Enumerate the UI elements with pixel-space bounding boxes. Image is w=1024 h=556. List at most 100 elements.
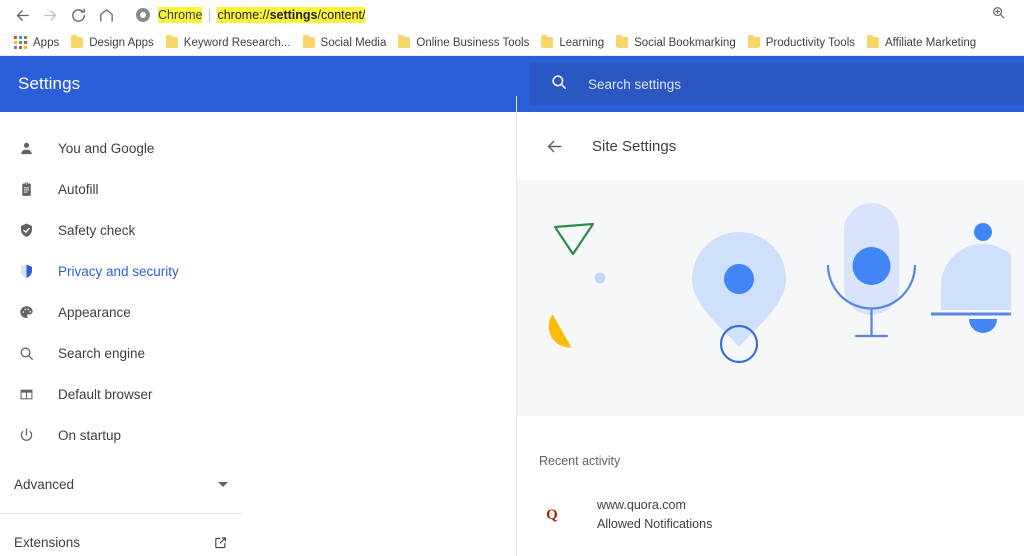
page-title: Site Settings xyxy=(592,137,677,155)
sidebar-divider xyxy=(0,513,242,514)
bookmark-item[interactable]: Design Apps xyxy=(65,32,160,54)
bookmark-label: Productivity Tools xyxy=(765,36,856,49)
sidebar-extensions-label: Extensions xyxy=(14,535,81,550)
bookmark-label: Design Apps xyxy=(89,36,154,49)
bookmarks-bar: Apps Design Apps Keyword Research... Soc… xyxy=(0,30,1024,56)
bookmark-label: Affiliate Marketing xyxy=(885,36,977,49)
reload-button[interactable] xyxy=(64,1,92,29)
sidebar-item-label: Appearance xyxy=(58,305,131,320)
browser-window-icon xyxy=(14,383,38,407)
home-icon xyxy=(98,7,115,24)
location-pin-icon xyxy=(692,232,786,364)
list-item[interactable]: Q www.quora.com Allowed Notifications xyxy=(539,496,1024,534)
folder-icon xyxy=(302,35,315,48)
address-bar[interactable]: Chrome chrome://settings/content/ xyxy=(128,4,974,26)
folder-icon xyxy=(747,35,760,48)
sidebar-item-safety-check[interactable]: Safety check xyxy=(0,210,517,251)
bookmark-label: Online Business Tools xyxy=(416,36,530,49)
folder-icon xyxy=(867,35,880,48)
bookmark-apps[interactable]: Apps xyxy=(8,32,65,54)
sidebar-advanced-label: Advanced xyxy=(14,477,75,492)
sidebar-item-appearance[interactable]: Appearance xyxy=(0,292,517,333)
browser-toolbar: Chrome chrome://settings/content/ xyxy=(0,0,1024,30)
sidebar-item-default-browser[interactable]: Default browser xyxy=(0,374,517,415)
page-back-button[interactable] xyxy=(545,137,564,156)
folder-icon xyxy=(165,35,178,48)
shield-icon xyxy=(14,260,38,284)
sidebar-item-label: On startup xyxy=(58,428,122,443)
quora-favicon-letter: Q xyxy=(546,506,558,523)
omnibox-separator xyxy=(209,8,211,22)
url-suffix: /content/ xyxy=(317,8,366,22)
apps-grid-icon xyxy=(14,36,27,49)
url-prefix: chrome:// xyxy=(217,8,270,22)
reload-icon xyxy=(70,7,87,24)
omnibox-chip-label: Chrome xyxy=(158,7,203,23)
address-bar-text: Chrome chrome://settings/content/ xyxy=(158,7,366,23)
sidebar-item-privacy-and-security[interactable]: Privacy and security xyxy=(0,251,517,292)
bookmark-item[interactable]: Social Bookmarking xyxy=(610,32,742,54)
bookmark-label: Keyword Research... xyxy=(183,36,291,49)
sidebar-item-label: You and Google xyxy=(58,141,155,156)
zoom-button[interactable] xyxy=(980,5,1016,25)
sidebar-item-extensions[interactable]: Extensions xyxy=(0,522,242,556)
shield-check-icon xyxy=(14,219,38,243)
folder-icon xyxy=(71,35,84,48)
search-icon xyxy=(550,73,568,96)
bookmark-item[interactable]: Social Media xyxy=(297,32,393,54)
forward-arrow-icon xyxy=(42,7,59,24)
power-icon xyxy=(14,424,38,448)
external-link-icon xyxy=(213,535,228,550)
folder-icon xyxy=(616,35,629,48)
folder-icon xyxy=(541,35,554,48)
triangle-outline-icon xyxy=(553,222,595,256)
sidebar-item-search-engine[interactable]: Search engine xyxy=(0,333,517,374)
sidebar-item-label: Default browser xyxy=(58,387,153,402)
settings-header: Settings Search settings xyxy=(0,56,1024,112)
yellow-half-circle-icon xyxy=(548,314,572,348)
illustration-graphics xyxy=(548,203,1024,364)
recent-activity-section: Recent activity Q www.quora.com Allowed … xyxy=(517,416,1024,534)
bookmark-label: Social Bookmarking xyxy=(634,36,736,49)
home-button[interactable] xyxy=(92,1,120,29)
page-header: Site Settings xyxy=(517,112,1024,180)
bookmark-item[interactable]: Learning xyxy=(535,32,610,54)
activity-status: Allowed Notifications xyxy=(597,517,713,531)
settings-sidebar: You and Google Autofill Safety check Pri… xyxy=(0,96,517,556)
bookmark-item[interactable]: Keyword Research... xyxy=(160,32,297,54)
url-bold-segment: settings xyxy=(269,8,318,22)
activity-site-name: www.quora.com xyxy=(597,498,686,512)
zoom-magnifier-icon xyxy=(991,5,1006,25)
person-icon xyxy=(14,137,38,161)
back-button[interactable] xyxy=(8,1,36,29)
sidebar-advanced-toggle[interactable]: Advanced xyxy=(0,464,242,505)
bookmark-label: Learning xyxy=(559,36,605,49)
palette-icon xyxy=(14,301,38,325)
microphone-icon xyxy=(826,203,917,338)
bookmark-apps-label: Apps xyxy=(33,36,60,49)
search-icon xyxy=(14,342,38,366)
bookmark-label: Social Media xyxy=(320,36,387,49)
settings-body: You and Google Autofill Safety check Pri… xyxy=(0,96,1024,556)
chrome-logo-icon xyxy=(136,8,150,22)
site-settings-illustration xyxy=(517,180,1024,416)
sidebar-item-label: Safety check xyxy=(58,223,136,238)
search-settings-input[interactable]: Search settings xyxy=(530,63,1024,105)
sidebar-item-on-startup[interactable]: On startup xyxy=(0,415,517,456)
sidebar-item-label: Search engine xyxy=(58,346,146,361)
quora-favicon: Q xyxy=(539,507,565,524)
bookmark-item[interactable]: Affiliate Marketing xyxy=(861,32,982,54)
bookmark-item[interactable]: Productivity Tools xyxy=(742,32,861,54)
settings-title: Settings xyxy=(18,74,81,93)
search-placeholder: Search settings xyxy=(588,76,682,92)
main-content: Site Settings Recent activity Q www.quor… xyxy=(517,112,1024,555)
settings-page: Settings Search settings You and Google … xyxy=(0,56,1024,556)
sidebar-item-you-and-google[interactable]: You and Google xyxy=(0,128,517,169)
bookmark-item[interactable]: Online Business Tools xyxy=(392,32,535,54)
search-area: Search settings xyxy=(530,56,1024,112)
sidebar-item-autofill[interactable]: Autofill xyxy=(0,169,517,210)
chevron-down-icon xyxy=(218,482,228,487)
clipboard-icon xyxy=(14,178,38,202)
forward-button[interactable] xyxy=(36,1,64,29)
recent-activity-heading: Recent activity xyxy=(539,454,621,468)
